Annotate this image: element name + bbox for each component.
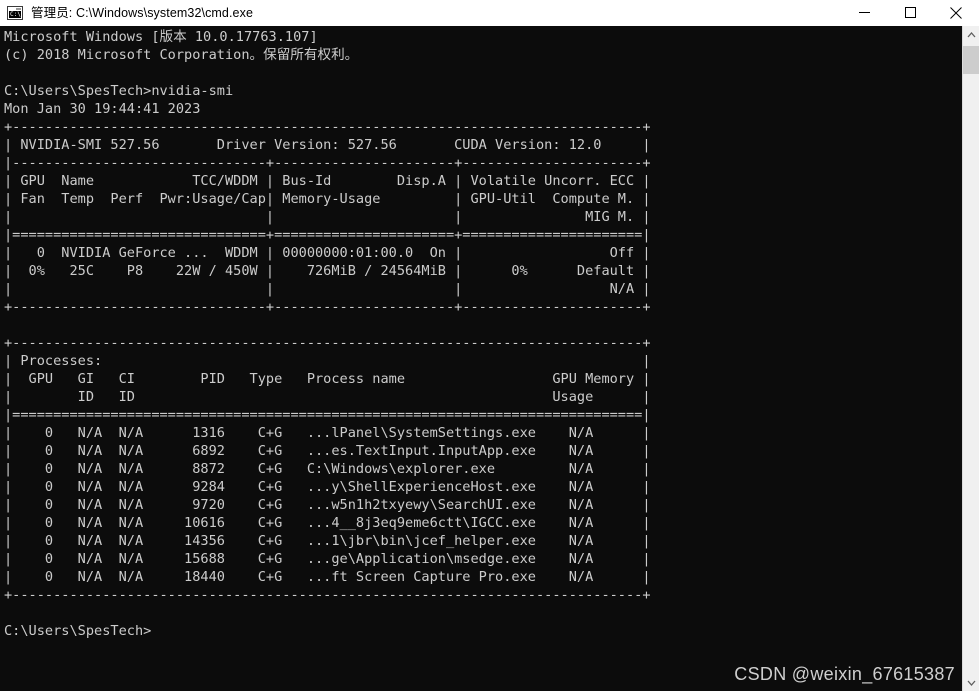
- cmd-window: C:\ 管理员: C:\Windows\system32\cmd.exe Mic…: [0, 0, 979, 691]
- scroll-down-button[interactable]: [963, 674, 979, 691]
- minimize-button[interactable]: [841, 0, 887, 26]
- close-button[interactable]: [933, 0, 979, 26]
- console-text: Microsoft Windows [版本 10.0.17763.107] (c…: [4, 29, 651, 639]
- scroll-up-button[interactable]: [963, 26, 979, 43]
- close-icon: [950, 6, 962, 19]
- title-bar[interactable]: C:\ 管理员: C:\Windows\system32\cmd.exe: [0, 0, 979, 26]
- cmd-console-icon: C:\: [7, 5, 23, 20]
- console-output-area[interactable]: Microsoft Windows [版本 10.0.17763.107] (c…: [0, 26, 962, 691]
- vertical-scrollbar[interactable]: [962, 26, 979, 691]
- maximize-icon: [904, 7, 916, 18]
- csdn-watermark: CSDN @weixin_67615387: [734, 664, 955, 684]
- scrollbar-thumb[interactable]: [963, 46, 979, 74]
- window-title: 管理员: C:\Windows\system32\cmd.exe: [31, 5, 254, 20]
- chevron-down-icon: [967, 680, 975, 686]
- minimize-icon: [858, 12, 870, 13]
- maximize-button[interactable]: [887, 0, 933, 26]
- chevron-up-icon: [967, 31, 975, 37]
